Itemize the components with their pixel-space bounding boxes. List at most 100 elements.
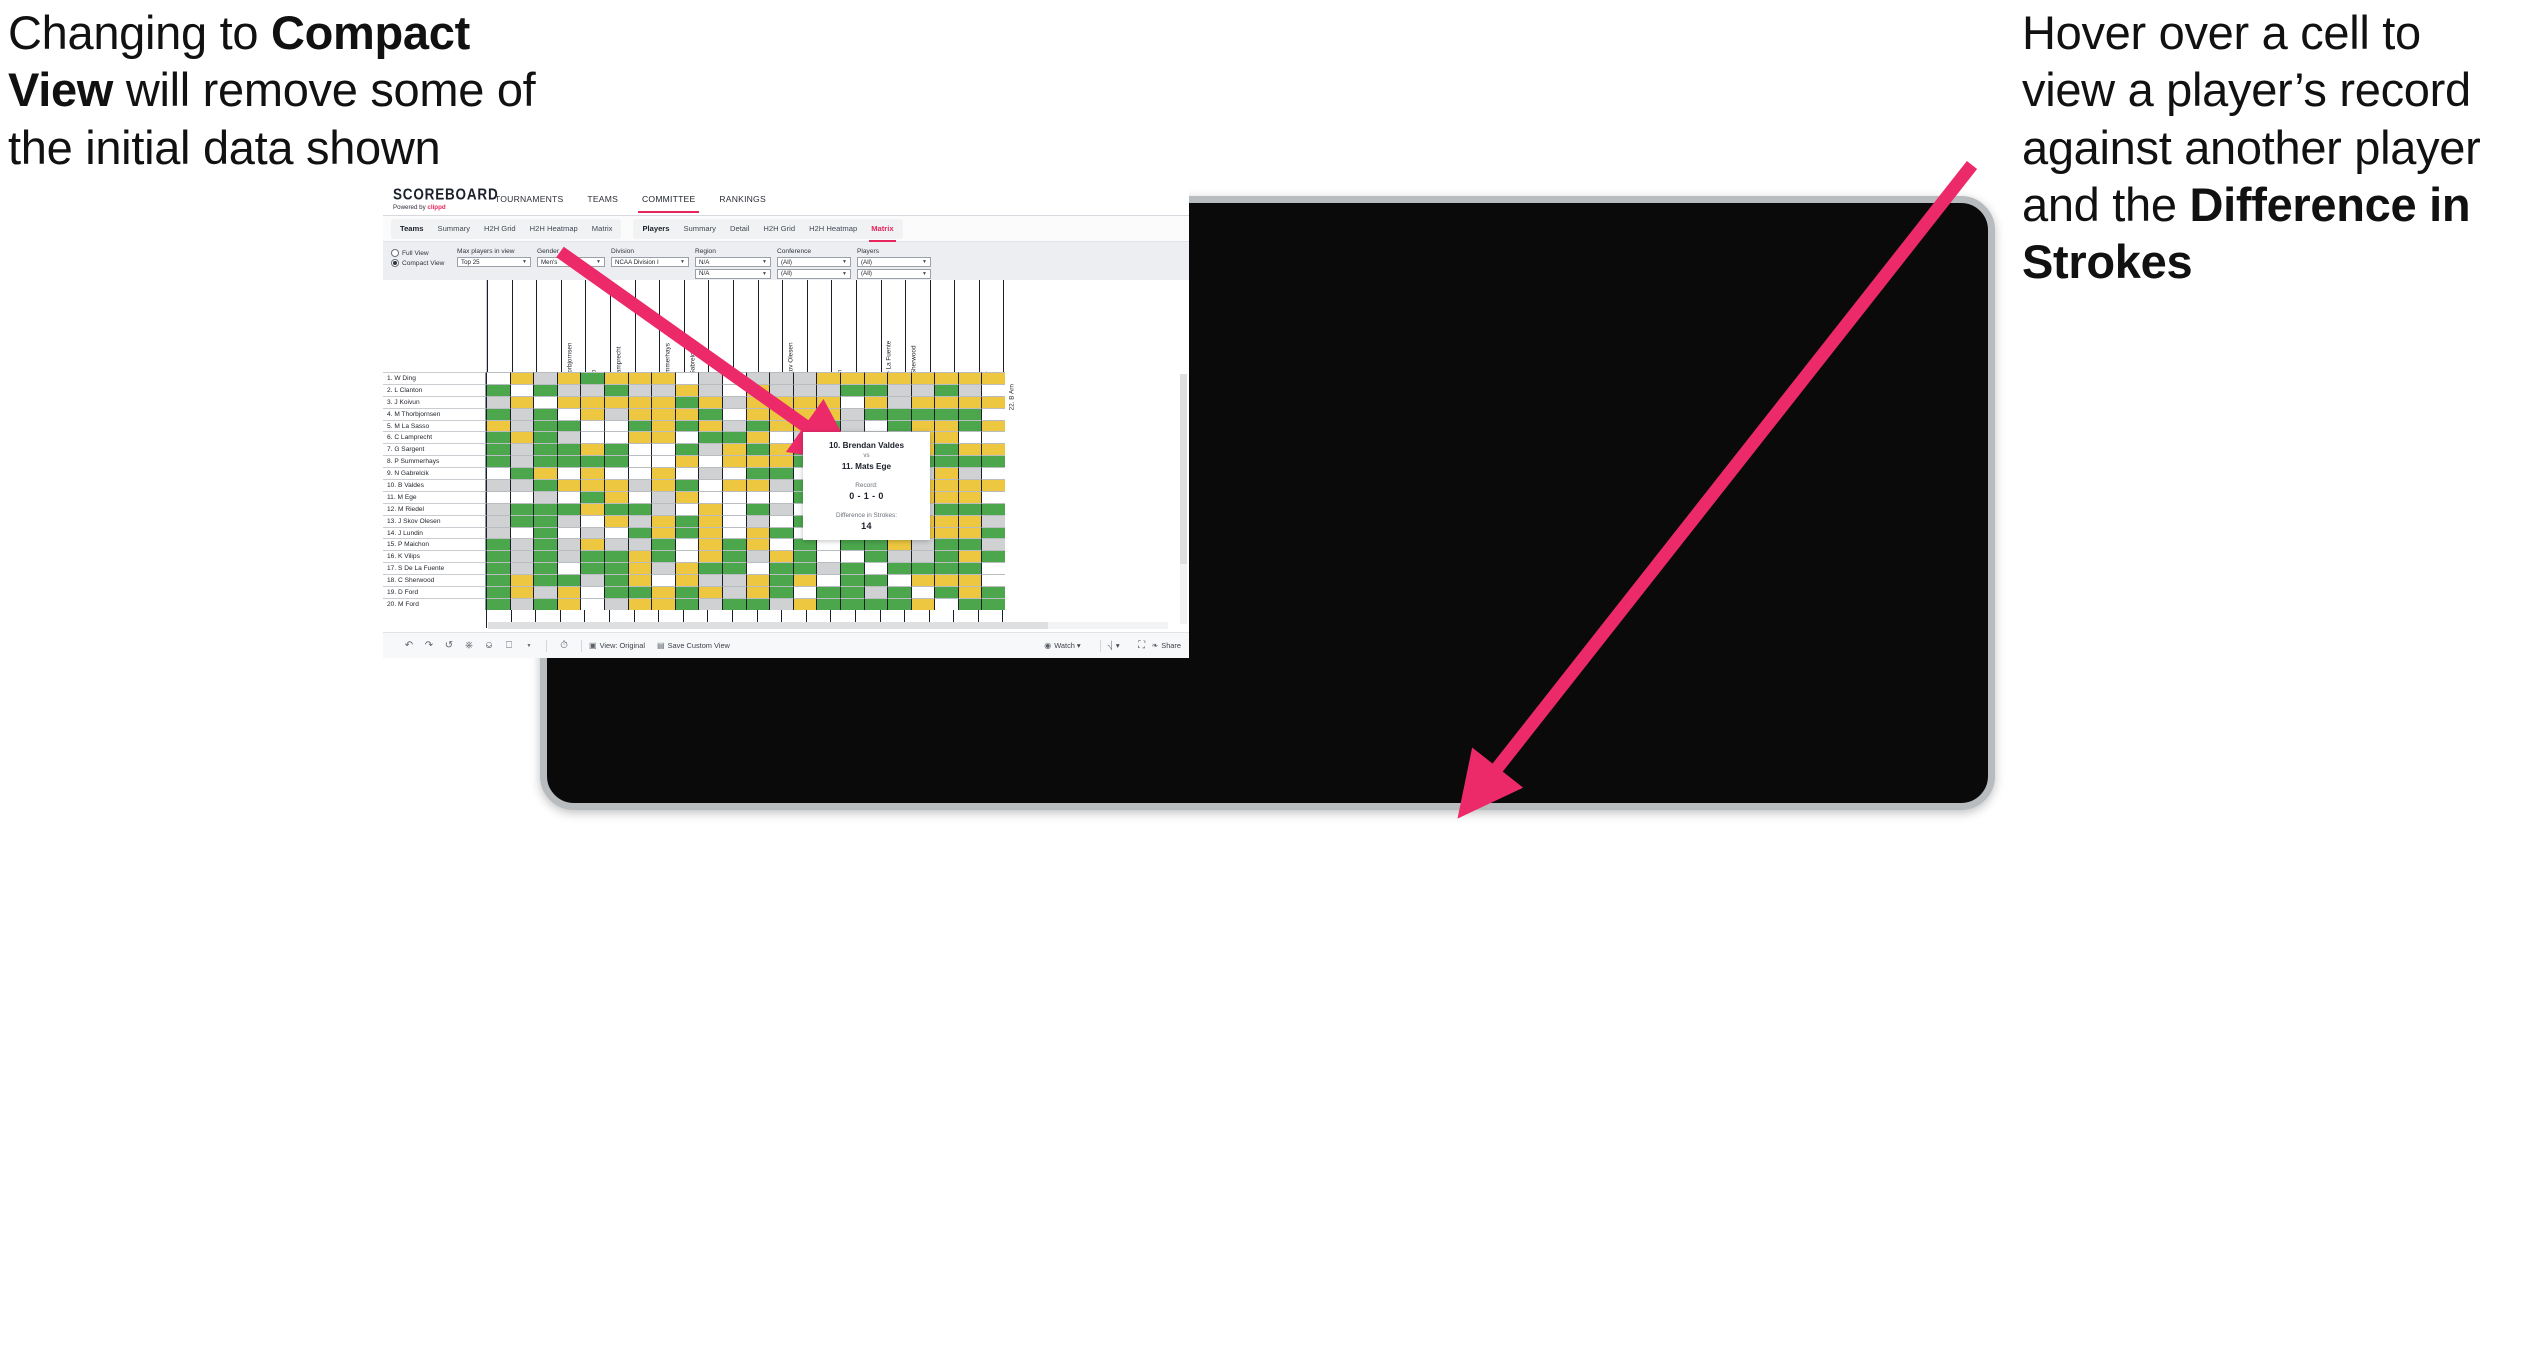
matrix-cell[interactable] [651, 526, 675, 539]
matrix-cell[interactable] [580, 419, 604, 432]
matrix-cell[interactable] [603, 467, 628, 480]
matrix-cell[interactable] [603, 431, 628, 444]
matrix-cell[interactable] [580, 490, 604, 503]
matrix-cell[interactable] [769, 490, 793, 503]
matrix-cell[interactable] [981, 526, 1006, 539]
matrix-cell[interactable] [934, 490, 958, 503]
matrix-cell[interactable] [981, 490, 1006, 503]
matrix-row-label[interactable]: 10. B Valdes [383, 479, 486, 491]
matrix-cell[interactable] [698, 550, 722, 563]
matrix-row-label[interactable]: 19. D Ford [383, 586, 486, 598]
matrix-cell[interactable] [580, 395, 604, 408]
matrix-cell[interactable] [887, 550, 911, 563]
matrix-cell[interactable] [533, 562, 557, 575]
matrix-cell[interactable] [887, 586, 911, 598]
matrix-cell[interactable] [627, 597, 652, 610]
matrix-cell[interactable] [863, 538, 888, 551]
matrix-cell[interactable] [981, 538, 1006, 551]
matrix-cell[interactable] [674, 372, 699, 384]
dropdown-players-secondary[interactable]: (All) ▼ [857, 268, 931, 279]
matrix-cell[interactable] [981, 455, 1006, 468]
matrix-cell[interactable] [651, 514, 675, 527]
matrix-cell[interactable] [603, 597, 628, 610]
matrix-cell[interactable] [486, 467, 510, 480]
matrix-cell[interactable] [721, 443, 746, 456]
matrix-cell[interactable] [698, 597, 722, 610]
matrix-cell[interactable] [957, 490, 982, 503]
watch-button[interactable]: ◉ Watch ▾ [1044, 641, 1080, 650]
matrix-cell[interactable] [934, 502, 958, 515]
matrix-cell[interactable] [934, 574, 958, 587]
matrix-cell[interactable] [674, 562, 699, 575]
matrix-cell[interactable] [816, 574, 840, 587]
matrix-cell[interactable] [887, 597, 911, 610]
matrix-cell[interactable] [556, 383, 581, 396]
dropdown-conference[interactable]: (All) ▼ [777, 257, 851, 267]
matrix-cell[interactable] [887, 562, 911, 575]
matrix-cell[interactable] [981, 562, 1006, 575]
matrix-cell[interactable] [745, 372, 770, 384]
nav-item-tournaments[interactable]: TOURNAMENTS [483, 186, 575, 213]
tab-teams-matrix[interactable]: Matrix [585, 219, 620, 239]
matrix-cell[interactable] [556, 431, 581, 444]
matrix-cell[interactable] [674, 514, 699, 527]
matrix-cell[interactable] [769, 395, 793, 408]
matrix-cell[interactable] [698, 586, 722, 598]
matrix-row-label[interactable]: 12. M Riedel [383, 502, 486, 515]
matrix-cell[interactable] [556, 574, 581, 587]
refresh-icon[interactable]: ⎉ [479, 638, 499, 654]
matrix-cell[interactable] [887, 538, 911, 551]
matrix-cell[interactable] [839, 586, 864, 598]
matrix-cell[interactable] [910, 574, 935, 587]
matrix-cell[interactable] [934, 395, 958, 408]
matrix-cell[interactable] [957, 419, 982, 432]
matrix-cell[interactable] [910, 538, 935, 551]
matrix-cell[interactable] [533, 490, 557, 503]
tab-teams-h2h-grid[interactable]: H2H Grid [477, 219, 523, 239]
matrix-cell[interactable] [957, 372, 982, 384]
matrix-cell[interactable] [627, 514, 652, 527]
matrix-cell[interactable] [934, 550, 958, 563]
nav-item-rankings[interactable]: RANKINGS [707, 186, 778, 213]
share-button[interactable]: ❧ Share [1152, 641, 1181, 650]
matrix-cell[interactable] [839, 395, 864, 408]
matrix-row-label[interactable]: 4. M Thorbjornsen [383, 407, 486, 420]
matrix-cell[interactable] [651, 479, 675, 491]
matrix-cell[interactable] [769, 419, 793, 432]
dropdown-region-secondary[interactable]: N/A ▼ [695, 268, 771, 279]
matrix-cell[interactable] [745, 514, 770, 527]
matrix-cell[interactable] [957, 574, 982, 587]
matrix-cell[interactable] [603, 383, 628, 396]
matrix-cell[interactable] [486, 502, 510, 515]
matrix-cell[interactable] [674, 431, 699, 444]
matrix-cell[interactable] [769, 455, 793, 468]
matrix-row-label[interactable]: 15. P Maichon [383, 538, 486, 551]
brand-logo[interactable]: SCOREBOARD Powered by clippd [393, 186, 498, 212]
matrix-cell[interactable] [863, 419, 888, 432]
pause-icon[interactable]: ⎈ [459, 638, 479, 654]
matrix-cell[interactable] [533, 574, 557, 587]
matrix-cell[interactable] [556, 443, 581, 456]
matrix-cell[interactable] [698, 407, 722, 420]
matrix-cell[interactable] [509, 586, 534, 598]
matrix-cell[interactable] [533, 526, 557, 539]
matrix-cell[interactable] [839, 562, 864, 575]
matrix-cell[interactable] [556, 514, 581, 527]
matrix-cell[interactable] [580, 467, 604, 480]
matrix-cell[interactable] [910, 550, 935, 563]
matrix-cell[interactable] [603, 514, 628, 527]
fullscreen-icon[interactable]: ⛶ [1132, 638, 1152, 654]
matrix-cell[interactable] [934, 419, 958, 432]
matrix-cell[interactable] [509, 562, 534, 575]
matrix-cell[interactable] [910, 372, 935, 384]
matrix-cell[interactable] [627, 467, 652, 480]
matrix-cell[interactable] [603, 419, 628, 432]
matrix-cell[interactable] [603, 502, 628, 515]
matrix-cell[interactable] [698, 574, 722, 587]
matrix-cell[interactable] [556, 550, 581, 563]
matrix-cell[interactable] [745, 550, 770, 563]
matrix-cell[interactable] [721, 502, 746, 515]
matrix-cell[interactable] [486, 526, 510, 539]
matrix-cell[interactable] [910, 419, 935, 432]
matrix-cell[interactable] [556, 479, 581, 491]
